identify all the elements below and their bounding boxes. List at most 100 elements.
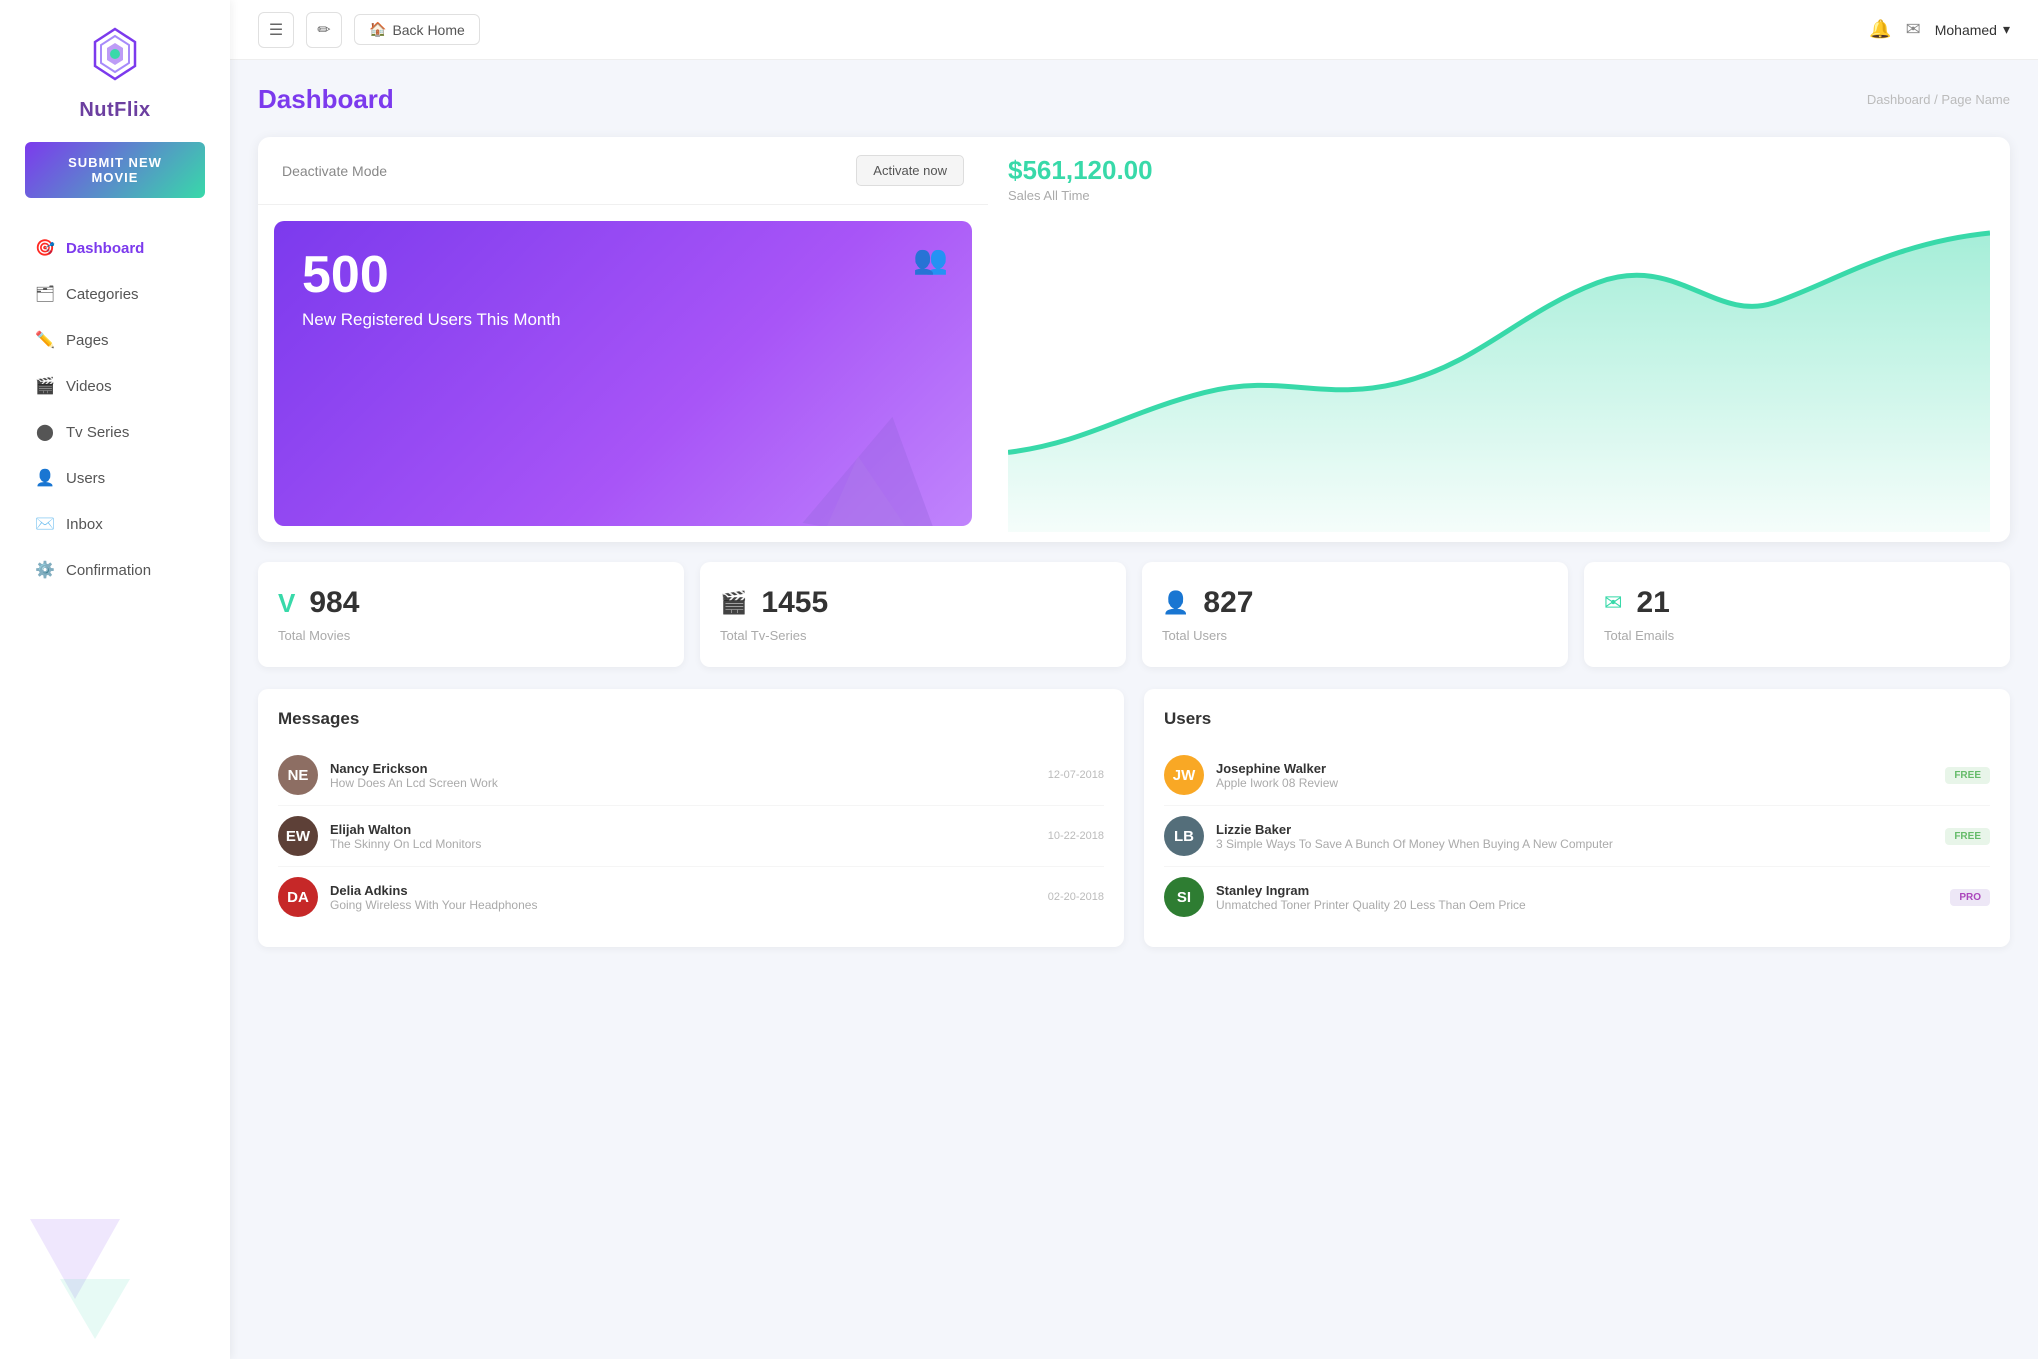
- user-name-stanley: Stanley Ingram: [1216, 883, 1938, 898]
- avatar-elijah: EW: [278, 816, 318, 856]
- total-movies-label: Total Movies: [278, 628, 350, 643]
- sidebar-item-videos-label: Videos: [66, 378, 112, 395]
- message-sub-delia: Going Wireless With Your Headphones: [330, 898, 1036, 912]
- mail-button[interactable]: ✉: [1906, 19, 1921, 40]
- message-sub-nancy: How Does An Lcd Screen Work: [330, 776, 1036, 790]
- new-users-label: New Registered Users This Month: [302, 309, 948, 331]
- sidebar-item-inbox[interactable]: ✉️ Inbox: [20, 502, 210, 546]
- stat-card-emails: ✉ 21 Total Emails: [1584, 562, 2010, 667]
- total-tvseries-number: 1455: [761, 586, 828, 620]
- home-icon: 🏠: [369, 21, 386, 38]
- page-title: Dashboard: [258, 84, 394, 115]
- sidebar-item-pages[interactable]: ✏️ Pages: [20, 318, 210, 362]
- user-item-2: SI Stanley Ingram Unmatched Toner Printe…: [1164, 867, 1990, 927]
- brand-name: NutFlix: [79, 99, 150, 122]
- topbar-right: 🔔 ✉ Mohamed ▾: [1869, 19, 2010, 40]
- message-info-nancy: Nancy Erickson How Does An Lcd Screen Wo…: [330, 761, 1036, 790]
- sales-amount: $561,120.00: [1008, 155, 1990, 186]
- videos-icon: 🎬: [34, 376, 56, 396]
- avatar-nancy: NE: [278, 755, 318, 795]
- badge-lizzie: FREE: [1945, 828, 1990, 845]
- avatar-delia: DA: [278, 877, 318, 917]
- sidebar-item-inbox-label: Inbox: [66, 516, 103, 533]
- stats-right: $561,120.00 Sales All Time: [988, 137, 2010, 542]
- pages-icon: ✏️: [34, 330, 56, 350]
- video-icon: 🎬: [720, 590, 747, 616]
- confirmation-icon: ⚙️: [34, 560, 56, 580]
- new-users-number: 500: [302, 249, 948, 301]
- card-decoration-2: [808, 452, 915, 526]
- user-info-josephine: Josephine Walker Apple Iwork 08 Review: [1216, 761, 1933, 790]
- topbar: ☰ ✏ 🏠 Back Home 🔔 ✉ Mohamed ▾: [230, 0, 2038, 60]
- notification-icon: 🔔: [1869, 19, 1891, 39]
- message-info-delia: Delia Adkins Going Wireless With Your He…: [330, 883, 1036, 912]
- page-content: Dashboard Dashboard / Page Name Deactiva…: [230, 60, 2038, 1359]
- logo: [85, 24, 145, 99]
- user-name-lizzie: Lizzie Baker: [1216, 822, 1933, 837]
- users-title: Users: [1164, 709, 1990, 729]
- users-group-icon: 👥: [913, 243, 948, 276]
- back-home-button[interactable]: 🏠 Back Home: [354, 14, 480, 45]
- submit-new-movie-button[interactable]: SUBMIT NEW MOVIE: [25, 142, 205, 198]
- stat-card-movies: V 984 Total Movies: [258, 562, 684, 667]
- sidebar-item-users-label: Users: [66, 470, 105, 487]
- users-icon: 👤: [34, 468, 56, 488]
- inbox-icon: ✉️: [34, 514, 56, 534]
- badge-josephine: FREE: [1945, 767, 1990, 784]
- badge-stanley: PRO: [1950, 889, 1990, 906]
- sidebar: NutFlix SUBMIT NEW MOVIE 🎯 Dashboard 🗂 C…: [0, 0, 230, 1359]
- bottom-section: Messages NE Nancy Erickson How Does An L…: [258, 689, 2010, 947]
- message-item-1: EW Elijah Walton The Skinny On Lcd Monit…: [278, 806, 1104, 867]
- avatar-josephine: JW: [1164, 755, 1204, 795]
- vimeo-icon: V: [278, 588, 295, 619]
- sidebar-item-confirmation-label: Confirmation: [66, 562, 151, 579]
- menu-icon: ☰: [269, 20, 283, 40]
- sidebar-item-dashboard[interactable]: 🎯 Dashboard: [20, 226, 210, 270]
- user-sub-josephine: Apple Iwork 08 Review: [1216, 776, 1933, 790]
- menu-button[interactable]: ☰: [258, 12, 294, 48]
- breadcrumb-1: Dashboard: [1867, 92, 1931, 107]
- activate-now-button[interactable]: Activate now: [856, 155, 964, 186]
- dropdown-icon: ▾: [2003, 21, 2010, 38]
- sidebar-nav: 🎯 Dashboard 🗂 Categories ✏️ Pages 🎬 Vide…: [0, 226, 230, 594]
- sidebar-item-categories[interactable]: 🗂 Categories: [20, 272, 210, 316]
- avatar-lizzie: LB: [1164, 816, 1204, 856]
- breadcrumb-2: Page Name: [1941, 92, 2010, 107]
- total-users-number: 827: [1203, 586, 1253, 620]
- sidebar-item-users[interactable]: 👤 Users: [20, 456, 210, 500]
- sidebar-item-categories-label: Categories: [66, 286, 139, 303]
- categories-icon: 🗂: [34, 284, 56, 304]
- messages-title: Messages: [278, 709, 1104, 729]
- sales-chart: [1008, 213, 1990, 532]
- user-icon: 👤: [1162, 590, 1189, 616]
- edit-icon: ✏: [317, 20, 330, 40]
- messages-card: Messages NE Nancy Erickson How Does An L…: [258, 689, 1124, 947]
- stats-left: Deactivate Mode Activate now 500 New Reg…: [258, 137, 988, 542]
- back-home-label: Back Home: [392, 22, 464, 38]
- sales-label: Sales All Time: [1008, 188, 1990, 203]
- avatar-stanley: SI: [1164, 877, 1204, 917]
- stat-card-users: 👤 827 Total Users: [1142, 562, 1568, 667]
- users-card: Users JW Josephine Walker Apple Iwork 08…: [1144, 689, 2010, 947]
- mail-icon: ✉: [1906, 19, 1921, 39]
- total-movies-number: 984: [309, 586, 359, 620]
- user-name-josephine: Josephine Walker: [1216, 761, 1933, 776]
- dashboard-icon: 🎯: [34, 238, 56, 258]
- user-menu[interactable]: Mohamed ▾: [1935, 21, 2010, 38]
- sidebar-item-videos[interactable]: 🎬 Videos: [20, 364, 210, 408]
- user-sub-lizzie: 3 Simple Ways To Save A Bunch Of Money W…: [1216, 837, 1933, 851]
- sidebar-item-confirmation[interactable]: ⚙️ Confirmation: [20, 548, 210, 592]
- edit-button[interactable]: ✏: [306, 12, 342, 48]
- stats-top-section: Deactivate Mode Activate now 500 New Reg…: [258, 137, 2010, 542]
- breadcrumb: Dashboard / Page Name: [1867, 92, 2010, 107]
- message-date-elijah: 10-22-2018: [1048, 830, 1104, 842]
- stat-card-tvseries: 🎬 1455 Total Tv-Series: [700, 562, 1126, 667]
- sidebar-item-tvseries[interactable]: ⬤ Tv Series: [20, 410, 210, 454]
- total-emails-number: 21: [1636, 586, 1669, 620]
- user-info-stanley: Stanley Ingram Unmatched Toner Printer Q…: [1216, 883, 1938, 912]
- deactivate-bar: Deactivate Mode Activate now: [258, 137, 988, 205]
- sidebar-item-tvseries-label: Tv Series: [66, 424, 129, 441]
- notification-button[interactable]: 🔔: [1869, 19, 1891, 40]
- user-name: Mohamed: [1935, 22, 1997, 38]
- sidebar-item-dashboard-label: Dashboard: [66, 240, 144, 257]
